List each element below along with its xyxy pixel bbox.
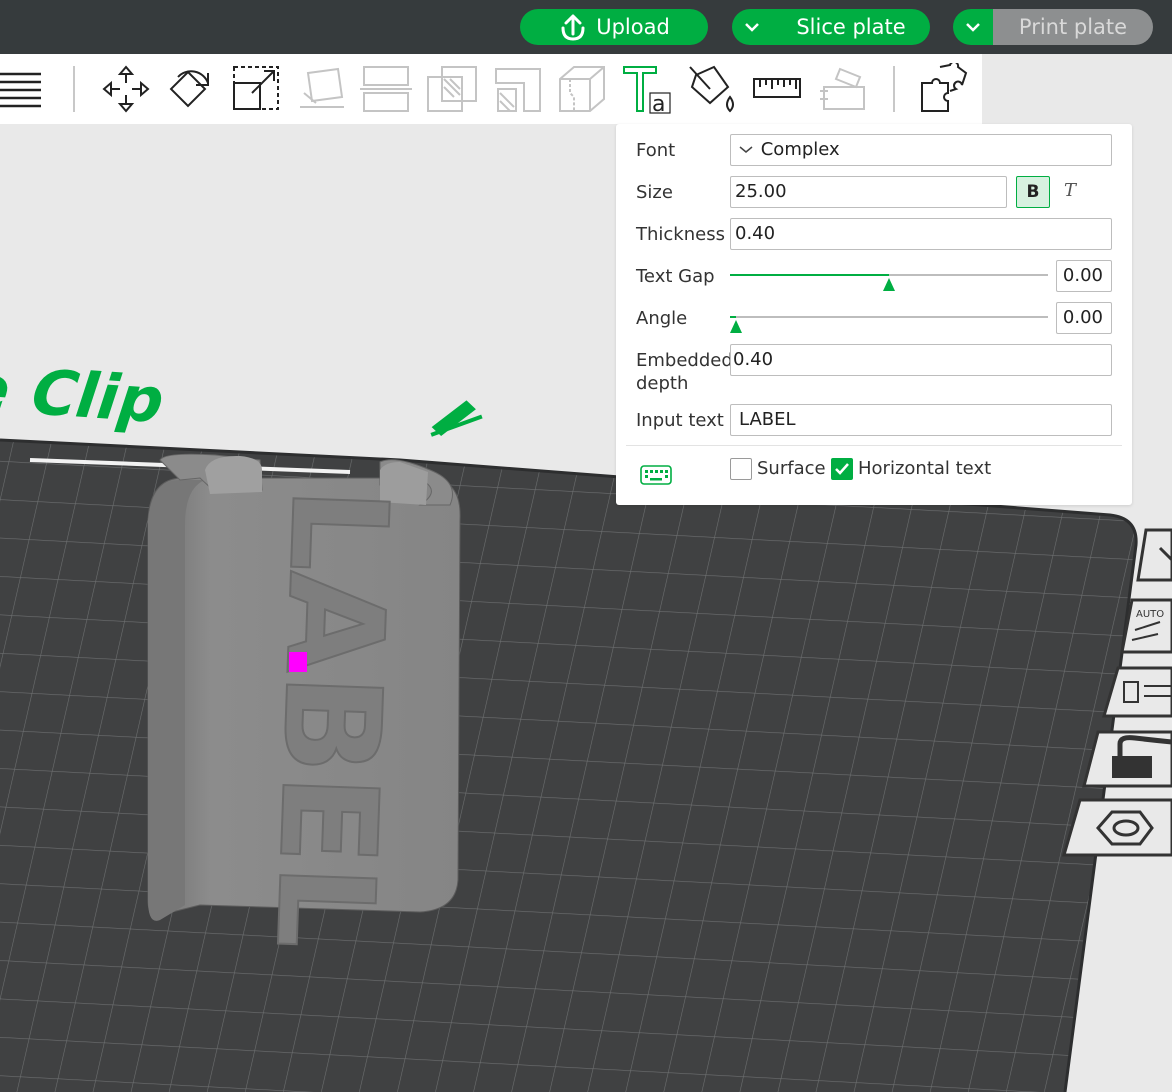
angle-slider[interactable]	[730, 316, 1048, 318]
model-label-text: LABEL	[246, 485, 416, 951]
boolean-tool[interactable]	[426, 62, 478, 116]
plate-name[interactable]: ose Clip	[0, 347, 175, 437]
variable-layer-tool[interactable]	[916, 62, 968, 116]
font-value: Complex	[760, 139, 840, 160]
embedded-depth-label: Embedded	[636, 350, 733, 371]
input-text-field[interactable]: LABEL	[730, 404, 1112, 436]
scale-icon	[233, 66, 279, 110]
keyboard-icon[interactable]	[640, 464, 672, 488]
chevron-down-icon	[745, 23, 759, 32]
slice-plate-side-button[interactable]	[1062, 798, 1172, 857]
move-tool[interactable]	[100, 62, 152, 116]
toolbar: a	[0, 54, 982, 124]
angle-field[interactable]: 0.00	[1056, 302, 1112, 334]
edit-name-icon[interactable]	[425, 400, 483, 437]
chevron-down-icon	[966, 23, 980, 32]
panel-divider	[626, 445, 1122, 446]
remove-plate-button[interactable]	[1136, 528, 1172, 582]
move-icon	[102, 65, 150, 113]
toolbar-divider	[73, 66, 75, 112]
support-paint-icon	[495, 68, 541, 112]
variable-layer-icon	[921, 63, 968, 112]
cut-tool[interactable]	[360, 62, 412, 116]
size-field[interactable]: 25.00	[730, 176, 1007, 208]
menu-icon	[0, 72, 41, 108]
italic-button[interactable]: T	[1064, 180, 1076, 201]
input-text-label: Input text	[636, 410, 724, 431]
menu-button[interactable]	[0, 62, 48, 116]
horizontal-text-checkbox[interactable]	[831, 458, 853, 480]
upload-button[interactable]: Upload	[520, 9, 708, 45]
toolbar-divider	[893, 66, 895, 112]
measure-icon	[753, 78, 801, 98]
color-paint-tool[interactable]	[686, 62, 738, 116]
angle-slider-fill	[730, 316, 737, 318]
text-tool-panel: Font Complex Size 25.00 B T Thickness 0.…	[616, 124, 1132, 505]
thickness-field[interactable]: 0.40	[730, 218, 1112, 250]
boolean-icon	[427, 66, 477, 112]
size-label: Size	[636, 182, 673, 203]
rotate-icon	[169, 70, 209, 108]
font-label: Font	[636, 140, 676, 161]
assembly-tool[interactable]	[816, 62, 868, 116]
thickness-label: Thickness	[636, 224, 725, 245]
check-icon	[835, 463, 849, 475]
angle-slider-thumb[interactable]	[730, 320, 743, 333]
scale-tool[interactable]	[230, 62, 282, 116]
rotate-tool[interactable]	[164, 62, 216, 116]
text-gap-label: Text Gap	[636, 266, 715, 287]
lay-on-face-icon	[300, 67, 344, 108]
svg-text:AUTO: AUTO	[1136, 609, 1164, 620]
text-gap-field[interactable]: 0.00	[1056, 260, 1112, 292]
surface-label: Surface	[757, 458, 826, 479]
font-select[interactable]: Complex	[730, 134, 1112, 166]
lay-on-face-tool[interactable]	[296, 62, 348, 116]
text-tool[interactable]: a	[620, 62, 672, 116]
text-icon: a	[623, 66, 671, 115]
horizontal-text-label: Horizontal text	[858, 458, 992, 479]
seam-paint-tool[interactable]	[556, 62, 608, 116]
embedded-depth-field[interactable]: 0.40	[730, 344, 1112, 376]
measure-tool[interactable]	[752, 62, 804, 116]
support-paint-tool[interactable]	[492, 62, 544, 116]
lock-plate-button[interactable]	[1082, 730, 1172, 788]
angle-label: Angle	[636, 308, 688, 329]
slice-plate-button[interactable]: Slice plate	[772, 9, 930, 45]
print-plate-label: Print plate	[1018, 15, 1128, 39]
seam-paint-icon	[559, 66, 605, 112]
slice-plate-label: Slice plate	[796, 15, 906, 39]
bold-button[interactable]: B	[1016, 176, 1050, 208]
chevron-down-icon	[739, 146, 753, 153]
slice-dropdown-button[interactable]	[732, 9, 772, 45]
embedded-depth-label-2: depth	[636, 373, 689, 394]
assembly-icon	[820, 67, 865, 110]
gizmo-marker	[289, 652, 307, 672]
svg-text:a: a	[652, 92, 665, 115]
print-dropdown-button[interactable]	[953, 9, 993, 45]
surface-checkbox[interactable]	[730, 458, 752, 480]
auto-arrange-button[interactable]: AUTO	[1120, 598, 1172, 654]
top-bar: Upload Slice plate Print plate	[0, 0, 1172, 54]
text-gap-slider-fill	[730, 274, 889, 276]
upload-label: Upload	[596, 15, 670, 39]
cut-icon	[360, 66, 412, 112]
clip-model[interactable]: LABEL	[147, 453, 461, 952]
print-plate-button[interactable]: Print plate	[993, 9, 1153, 45]
color-paint-icon	[689, 65, 734, 113]
upload-icon	[561, 14, 585, 41]
text-gap-slider-thumb[interactable]	[883, 278, 895, 291]
